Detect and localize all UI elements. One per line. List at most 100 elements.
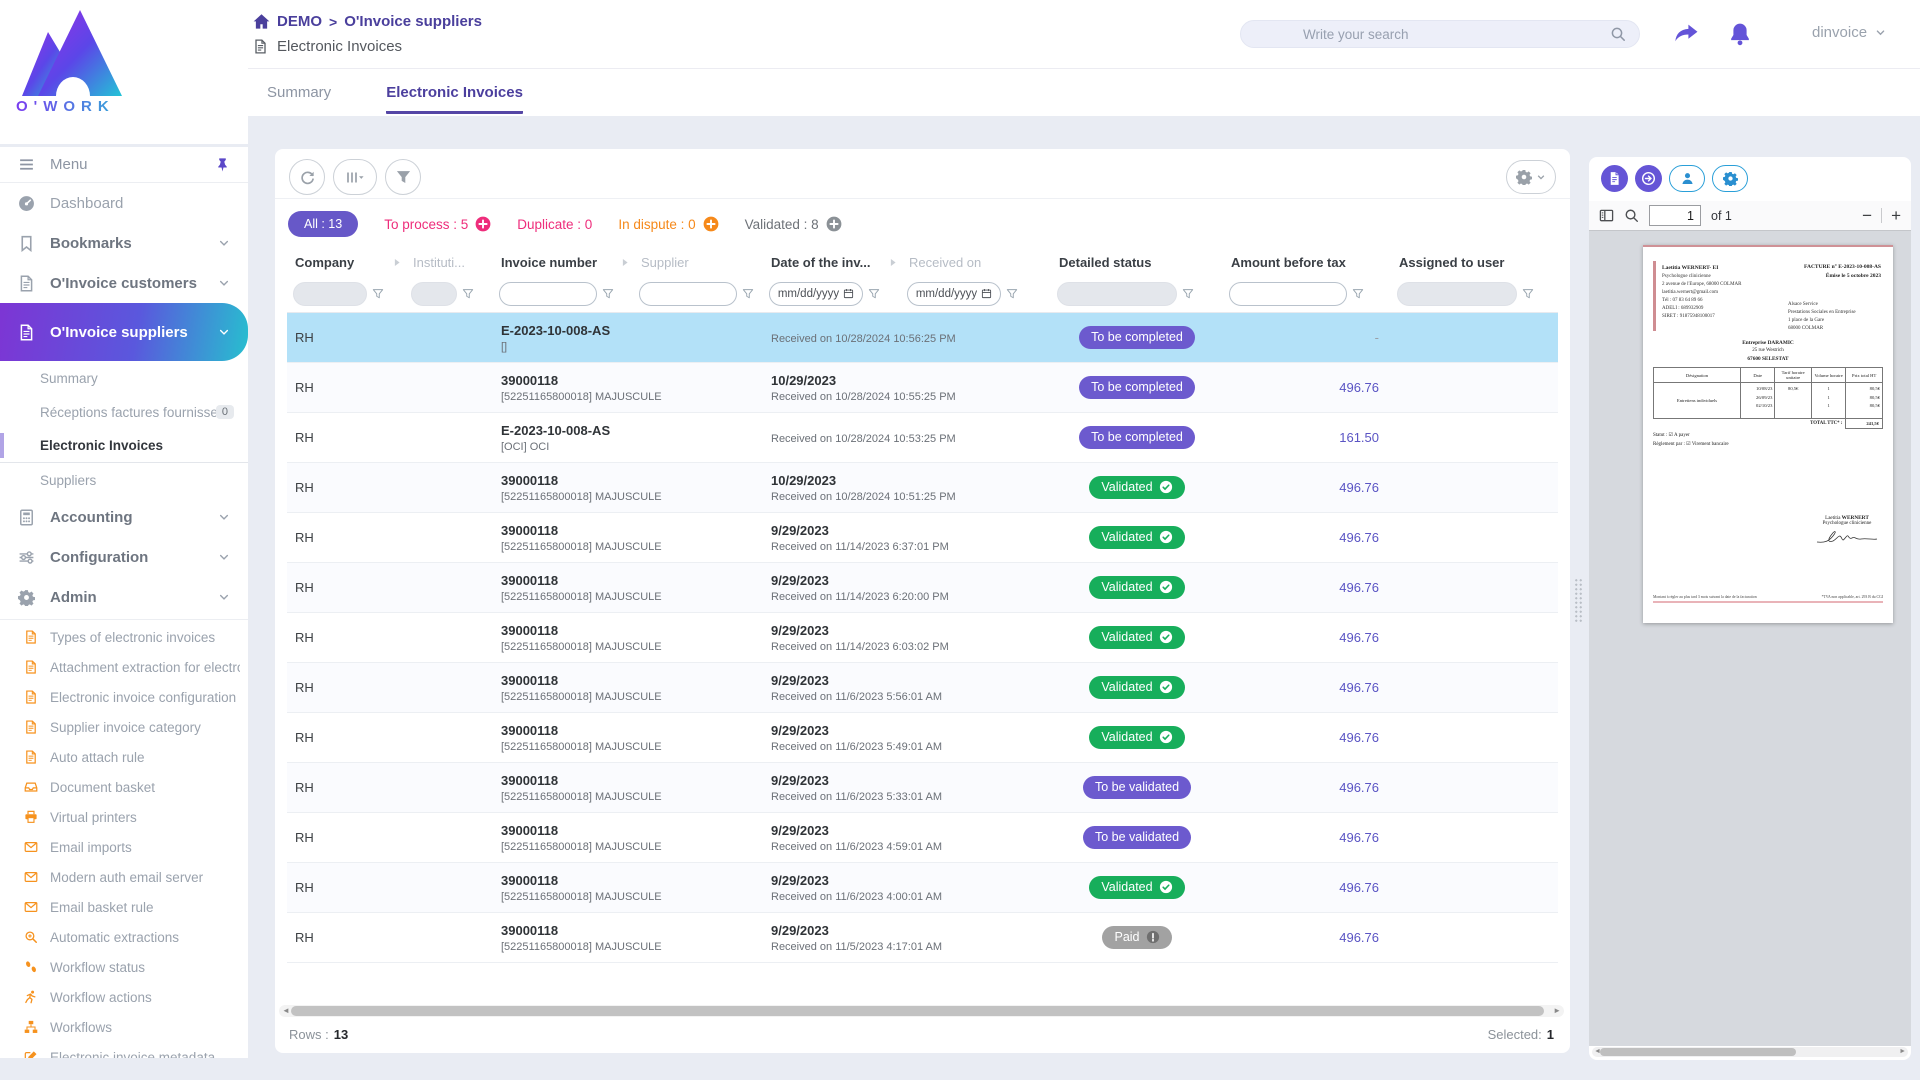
filter-input[interactable] xyxy=(639,282,737,306)
search-icon[interactable] xyxy=(1610,26,1626,42)
table-row[interactable]: RH 39000118[52251165800018] MAJUSCULE 9/… xyxy=(287,513,1558,563)
sidebar-subitem-r-ceptions-factures-fournisseurs[interactable]: Réceptions factures fournisseurs0 xyxy=(0,395,248,429)
sidebar-admin-item-types-of-electronic-invoices[interactable]: Types of electronic invoices xyxy=(0,622,248,652)
filter-input[interactable] xyxy=(499,282,597,306)
table-row[interactable]: RH 39000118[52251165800018] MAJUSCULE 9/… xyxy=(287,563,1558,613)
cell-amount[interactable]: 161.50 xyxy=(1223,430,1391,445)
hamburger-icon[interactable] xyxy=(18,156,35,173)
table-horizontal-scrollbar[interactable]: ◄ ► xyxy=(279,1005,1564,1017)
sidebar-item-dashboard[interactable]: Dashboard xyxy=(0,183,248,223)
date-filter-input[interactable]: mm/dd/yyyy xyxy=(907,282,1001,306)
sidebar-admin-item-email-imports[interactable]: Email imports xyxy=(0,832,248,862)
sidebar-subitem-summary[interactable]: Summary xyxy=(0,361,248,395)
zoom-out-button[interactable]: − xyxy=(1862,207,1872,224)
cell-amount[interactable]: 496.76 xyxy=(1223,380,1391,395)
scroll-right-icon[interactable]: ► xyxy=(1899,1046,1906,1057)
sidebar-admin-item-supplier-invoice-category[interactable]: Supplier invoice category xyxy=(0,712,248,742)
sidebar-admin-item-virtual-printers[interactable]: Virtual printers xyxy=(0,802,248,832)
cell-amount[interactable]: 496.76 xyxy=(1223,680,1391,695)
pdf-icon[interactable] xyxy=(1601,165,1628,192)
cell-amount[interactable]: 496.76 xyxy=(1223,480,1391,495)
tab-electronic-invoices[interactable]: Electronic Invoices xyxy=(386,84,523,114)
column-header-assigned-to-user[interactable]: Assigned to user xyxy=(1391,255,1558,270)
user-icon[interactable] xyxy=(1669,165,1705,192)
sidebar-admin-item-email-basket-rule[interactable]: Email basket rule xyxy=(0,892,248,922)
column-header-supplier[interactable]: Supplier xyxy=(633,255,763,270)
column-header-detailed-status[interactable]: Detailed status xyxy=(1051,255,1223,270)
sidebar-item-bookmarks[interactable]: Bookmarks xyxy=(0,223,248,263)
user-menu[interactable]: dinvoice xyxy=(1812,24,1886,41)
sidebar-item-accounting[interactable]: Accounting xyxy=(0,497,248,537)
breadcrumb-home[interactable]: DEMO xyxy=(277,13,322,30)
column-header-received-on[interactable]: Received on xyxy=(901,255,1051,270)
table-row[interactable]: RH 39000118[52251165800018] MAJUSCULE 9/… xyxy=(287,913,1558,963)
status-tab-in-dispute-0[interactable]: In dispute : 0 xyxy=(618,216,718,232)
table-row[interactable]: RH 39000118[52251165800018] MAJUSCULE 10… xyxy=(287,363,1558,413)
sidebar-admin-item-workflow-actions[interactable]: Workflow actions xyxy=(0,982,248,1012)
page-number-input[interactable] xyxy=(1649,205,1701,226)
scrollbar-thumb[interactable] xyxy=(1600,1048,1796,1056)
scrollbar-thumb[interactable] xyxy=(291,1006,1544,1016)
status-tab-validated-8[interactable]: Validated : 8 xyxy=(745,216,842,232)
table-row[interactable]: RH 39000118[52251165800018] MAJUSCULE 10… xyxy=(287,463,1558,513)
search-input[interactable] xyxy=(1241,27,1610,42)
settings-icon[interactable] xyxy=(1712,165,1748,192)
sidebar-admin-item-automatic-extractions[interactable]: Automatic extractions xyxy=(0,922,248,952)
pin-icon[interactable] xyxy=(215,157,230,172)
sidebar-item-o-invoice-suppliers[interactable]: O'Invoice suppliers xyxy=(0,303,248,361)
home-icon[interactable] xyxy=(253,13,270,30)
panel-resize-handle[interactable] xyxy=(1574,578,1583,622)
sidebar-admin-item-modern-auth-email-server[interactable]: Modern auth email server xyxy=(0,862,248,892)
table-settings-button[interactable] xyxy=(1506,160,1556,194)
cell-amount[interactable]: 496.76 xyxy=(1223,930,1391,945)
zoom-in-button[interactable]: + xyxy=(1891,207,1901,224)
filter-input[interactable] xyxy=(1229,282,1347,306)
sidebar-admin-item-document-basket[interactable]: Document basket xyxy=(0,772,248,802)
column-header-amount-before-tax[interactable]: Amount before tax xyxy=(1223,255,1391,270)
cell-amount[interactable]: 496.76 xyxy=(1223,780,1391,795)
status-tab-all-13[interactable]: All : 13 xyxy=(288,211,358,237)
cell-amount[interactable]: 496.76 xyxy=(1223,630,1391,645)
breadcrumb-section[interactable]: O'Invoice suppliers xyxy=(344,13,482,30)
plus-circle-icon[interactable] xyxy=(703,216,719,232)
sidebar-subitem-electronic-invoices[interactable]: Electronic Invoices xyxy=(0,429,248,463)
table-row[interactable]: RH 39000118[52251165800018] MAJUSCULE 9/… xyxy=(287,863,1558,913)
plus-circle-icon[interactable] xyxy=(826,216,842,232)
columns-button[interactable] xyxy=(333,159,377,195)
plus-circle-icon[interactable] xyxy=(475,216,491,232)
table-row[interactable]: RH 39000118[52251165800018] MAJUSCULE 9/… xyxy=(287,763,1558,813)
date-filter-input[interactable]: mm/dd/yyyy xyxy=(769,282,863,306)
pdf-horizontal-scrollbar[interactable]: ◄ ► xyxy=(1592,1047,1908,1057)
share-icon[interactable] xyxy=(1674,22,1698,46)
cell-amount[interactable]: 496.76 xyxy=(1223,530,1391,545)
table-row[interactable]: RH 39000118[52251165800018] MAJUSCULE 9/… xyxy=(287,713,1558,763)
refresh-button[interactable] xyxy=(289,159,325,195)
tab-summary[interactable]: Summary xyxy=(267,84,331,114)
status-tab-to-process-5[interactable]: To process : 5 xyxy=(384,216,491,232)
sidebar-admin-item-workflow-status[interactable]: Workflow status xyxy=(0,952,248,982)
pdf-search-icon[interactable] xyxy=(1624,208,1639,223)
sidebar-admin-item-workflows[interactable]: Workflows xyxy=(0,1012,248,1042)
column-header-date-of-the-inv[interactable]: Date of the inv... xyxy=(763,255,901,270)
open-arrow-icon[interactable] xyxy=(1635,165,1662,192)
sidebar-admin-item-electronic-invoice-metadata[interactable]: Electronic invoice metadata xyxy=(0,1042,248,1058)
status-tab-duplicate-0[interactable]: Duplicate : 0 xyxy=(517,217,592,232)
sidebar-subitem-suppliers[interactable]: Suppliers xyxy=(0,463,248,497)
table-row[interactable]: RH E-2023-10-008-AS[] Received on 10/28/… xyxy=(287,313,1558,363)
filter-button[interactable] xyxy=(385,159,421,195)
sidebar-admin-item-attachment-extraction-for-electron[interactable]: Attachment extraction for electron xyxy=(0,652,248,682)
cell-amount[interactable]: 496.76 xyxy=(1223,580,1391,595)
table-row[interactable]: RH 39000118[52251165800018] MAJUSCULE 9/… xyxy=(287,613,1558,663)
scroll-left-icon[interactable]: ◄ xyxy=(282,1005,290,1017)
table-row[interactable]: RH 39000118[52251165800018] MAJUSCULE 9/… xyxy=(287,663,1558,713)
cell-amount[interactable]: 496.76 xyxy=(1223,730,1391,745)
sidebar-item-admin[interactable]: Admin xyxy=(0,577,248,617)
sidebar-admin-item-auto-attach-rule[interactable]: Auto attach rule xyxy=(0,742,248,772)
table-row[interactable]: RH 39000118[52251165800018] MAJUSCULE 9/… xyxy=(287,813,1558,863)
table-row[interactable]: RH E-2023-10-008-AS[OCI] OCI Received on… xyxy=(287,413,1558,463)
sidebar-admin-item-electronic-invoice-configuration[interactable]: Electronic invoice configuration xyxy=(0,682,248,712)
sidebar-item-o-invoice-customers[interactable]: O'Invoice customers xyxy=(0,263,248,303)
cell-amount[interactable]: 496.76 xyxy=(1223,880,1391,895)
sidebar-item-configuration[interactable]: Configuration xyxy=(0,537,248,577)
sidebar-toggle-icon[interactable] xyxy=(1599,208,1614,223)
